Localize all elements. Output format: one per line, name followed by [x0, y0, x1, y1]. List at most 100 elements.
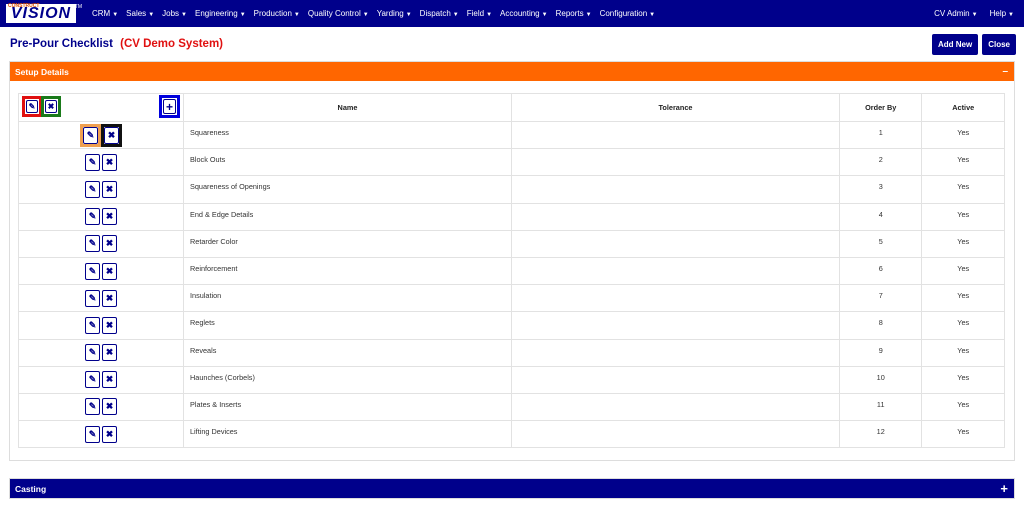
delete-row-button[interactable]: ✖ [102, 371, 117, 389]
delete-row-button[interactable]: ✖ [102, 208, 117, 226]
edit-row-button[interactable]: ✎ [85, 371, 100, 389]
chevron-down-icon: ▼ [239, 12, 246, 18]
header-actions-cell: ✎ ✖ + [18, 93, 184, 122]
row-tolerance [510, 148, 840, 177]
table-row[interactable]: ✎ ✖ Lifting Devices 12 Yes [18, 420, 1005, 449]
table-row[interactable]: ✎ ✖ Reglets 8 Yes [18, 311, 1005, 340]
edit-row-button[interactable]: ✎ [85, 316, 100, 334]
table-row[interactable]: ✎ ✖ Insulation 7 Yes [18, 284, 1005, 313]
delete-row-button[interactable]: ✖ [102, 262, 117, 280]
table-row[interactable]: ✎ ✖ End & Edge Details 4 Yes [18, 202, 1005, 231]
row-active: Yes [921, 284, 1005, 313]
menu-item-yarding[interactable]: Yarding ▼ [373, 9, 416, 18]
row-active: Yes [921, 120, 1005, 150]
row-tolerance [510, 392, 840, 422]
delete-row-button[interactable]: ✖ [102, 153, 117, 171]
table-row[interactable]: ✎ ✖ Squareness of Openings 3 Yes [18, 175, 1005, 204]
main-menu: CRM ▼ Sales ▼ Jobs ▼ Engineering ▼ Production ▼ Qu… [88, 9, 930, 18]
edit-row-button[interactable]: ✎ [85, 344, 100, 362]
expand-icon[interactable]: + [1000, 481, 1008, 496]
setup-details-header[interactable]: Setup Details – [10, 62, 1014, 81]
edit-row-button[interactable]: ✎ [85, 262, 100, 280]
delete-row-button[interactable]: ✖ [102, 398, 117, 416]
row-order: 12 [838, 420, 923, 449]
delete-icon: ✖ [105, 292, 114, 303]
user-menu[interactable]: CV Admin ▼ [930, 9, 982, 18]
menu-item-reports[interactable]: Reports ▼ [552, 9, 596, 18]
header-buttons: Add New Close [931, 33, 1016, 55]
edit-row-button[interactable]: ✎ [85, 208, 100, 226]
delete-row-button[interactable]: ✖ [102, 289, 117, 307]
edit-row-button[interactable]: ✎ [85, 398, 100, 416]
column-header-tolerance[interactable]: Tolerance [510, 93, 840, 122]
edit-icon: ✎ [88, 374, 97, 385]
edit-row-button[interactable]: ✎ [85, 235, 100, 253]
column-header-active[interactable]: Active [921, 93, 1005, 122]
delete-row-button[interactable]: ✖ [102, 316, 117, 334]
close-button[interactable]: Close [982, 33, 1016, 55]
collapse-icon[interactable]: – [1002, 66, 1008, 77]
edit-row-button[interactable]: ✎ [85, 180, 100, 198]
row-name: Squareness of Openings [183, 175, 512, 204]
menu-item-engineering[interactable]: Engineering ▼ [191, 9, 250, 18]
row-name: Insulation [183, 284, 512, 313]
page-header: Pre-Pour Checklist (CV Demo System) Add … [0, 27, 1024, 61]
table-row[interactable]: ✎ ✖ Haunches (Corbels) 10 Yes [18, 365, 1005, 394]
delete-icon: ✖ [107, 129, 116, 140]
edit-row-button[interactable]: ✎ [83, 126, 98, 144]
table-row[interactable]: ✎ ✖ Retarder Color 5 Yes [18, 229, 1005, 258]
menu-item-label: Quality Control [307, 9, 361, 18]
menu-item-sales[interactable]: Sales ▼ [122, 9, 158, 18]
column-header-order-by[interactable]: Order By [838, 93, 923, 122]
page-title-text: Pre-Pour Checklist [10, 38, 113, 50]
add-row-button[interactable]: + [163, 99, 176, 114]
menu-item-production[interactable]: Production ▼ [250, 9, 304, 18]
edit-row-button[interactable]: ✎ [85, 425, 100, 443]
delete-row-button[interactable]: ✖ [102, 425, 117, 443]
add-new-button[interactable]: Add New [931, 33, 979, 55]
row-active: Yes [921, 175, 1005, 204]
edit-row-button[interactable]: ✎ [85, 153, 100, 171]
delete-all-button[interactable]: ✖ [45, 100, 57, 113]
table-row[interactable]: ✎ ✖ Reveals 9 Yes [18, 338, 1005, 367]
row-order: 8 [838, 311, 923, 340]
column-header-name[interactable]: Name [183, 93, 512, 122]
row-name: Haunches (Corbels) [183, 365, 512, 394]
delete-icon: ✖ [105, 374, 114, 385]
edit-icon: ✎ [88, 319, 97, 330]
casting-header[interactable]: Casting + [10, 479, 1014, 499]
row-tolerance [510, 229, 840, 258]
delete-row-button[interactable]: ✖ [102, 235, 117, 253]
row-active: Yes [921, 392, 1005, 422]
delete-row-button[interactable]: ✖ [104, 126, 119, 144]
menu-item-quality-control[interactable]: Quality Control ▼ [304, 9, 373, 18]
edit-row-button[interactable]: ✎ [85, 289, 100, 307]
delete-icon: ✖ [105, 319, 114, 330]
menu-item-accounting[interactable]: Accounting ▼ [496, 9, 552, 18]
table-row[interactable]: ✎ ✖ Reinforcement 6 Yes [18, 256, 1005, 286]
row-actions: ✎ ✖ [18, 392, 184, 422]
row-actions: ✎ ✖ [18, 365, 184, 394]
table-row[interactable]: ✎ ✖ Block Outs 2 Yes [18, 148, 1005, 177]
row-actions: ✎ ✖ [18, 120, 184, 150]
table-row[interactable]: ✎ ✖ Plates & Inserts 11 Yes [18, 392, 1005, 422]
delete-row-button[interactable]: ✖ [102, 344, 117, 362]
menu-item-dispatch[interactable]: Dispatch ▼ [416, 9, 463, 18]
row-actions: ✎ ✖ [18, 420, 184, 449]
chevron-down-icon: ▼ [405, 12, 412, 18]
menu-item-crm[interactable]: CRM ▼ [88, 9, 122, 18]
menu-item-field[interactable]: Field ▼ [463, 9, 496, 18]
menu-item-jobs[interactable]: Jobs ▼ [158, 9, 191, 18]
table-row[interactable]: ✎ ✖ Squareness 1 Yes [18, 120, 1005, 150]
row-name: Lifting Devices [183, 420, 512, 449]
vision-logo[interactable]: CONSTRUCT VISION TM [6, 3, 82, 23]
user-menu-label: CV Admin [934, 9, 970, 18]
row-tolerance [510, 338, 840, 367]
help-menu[interactable]: Help ▼ [986, 9, 1018, 18]
edit-icon: ✎ [28, 102, 36, 111]
delete-icon: ✖ [105, 401, 114, 412]
delete-row-button[interactable]: ✖ [102, 180, 117, 198]
menu-item-configuration[interactable]: Configuration ▼ [596, 9, 660, 18]
edit-all-button[interactable]: ✎ [26, 100, 38, 113]
chevron-down-icon: ▼ [148, 12, 155, 18]
